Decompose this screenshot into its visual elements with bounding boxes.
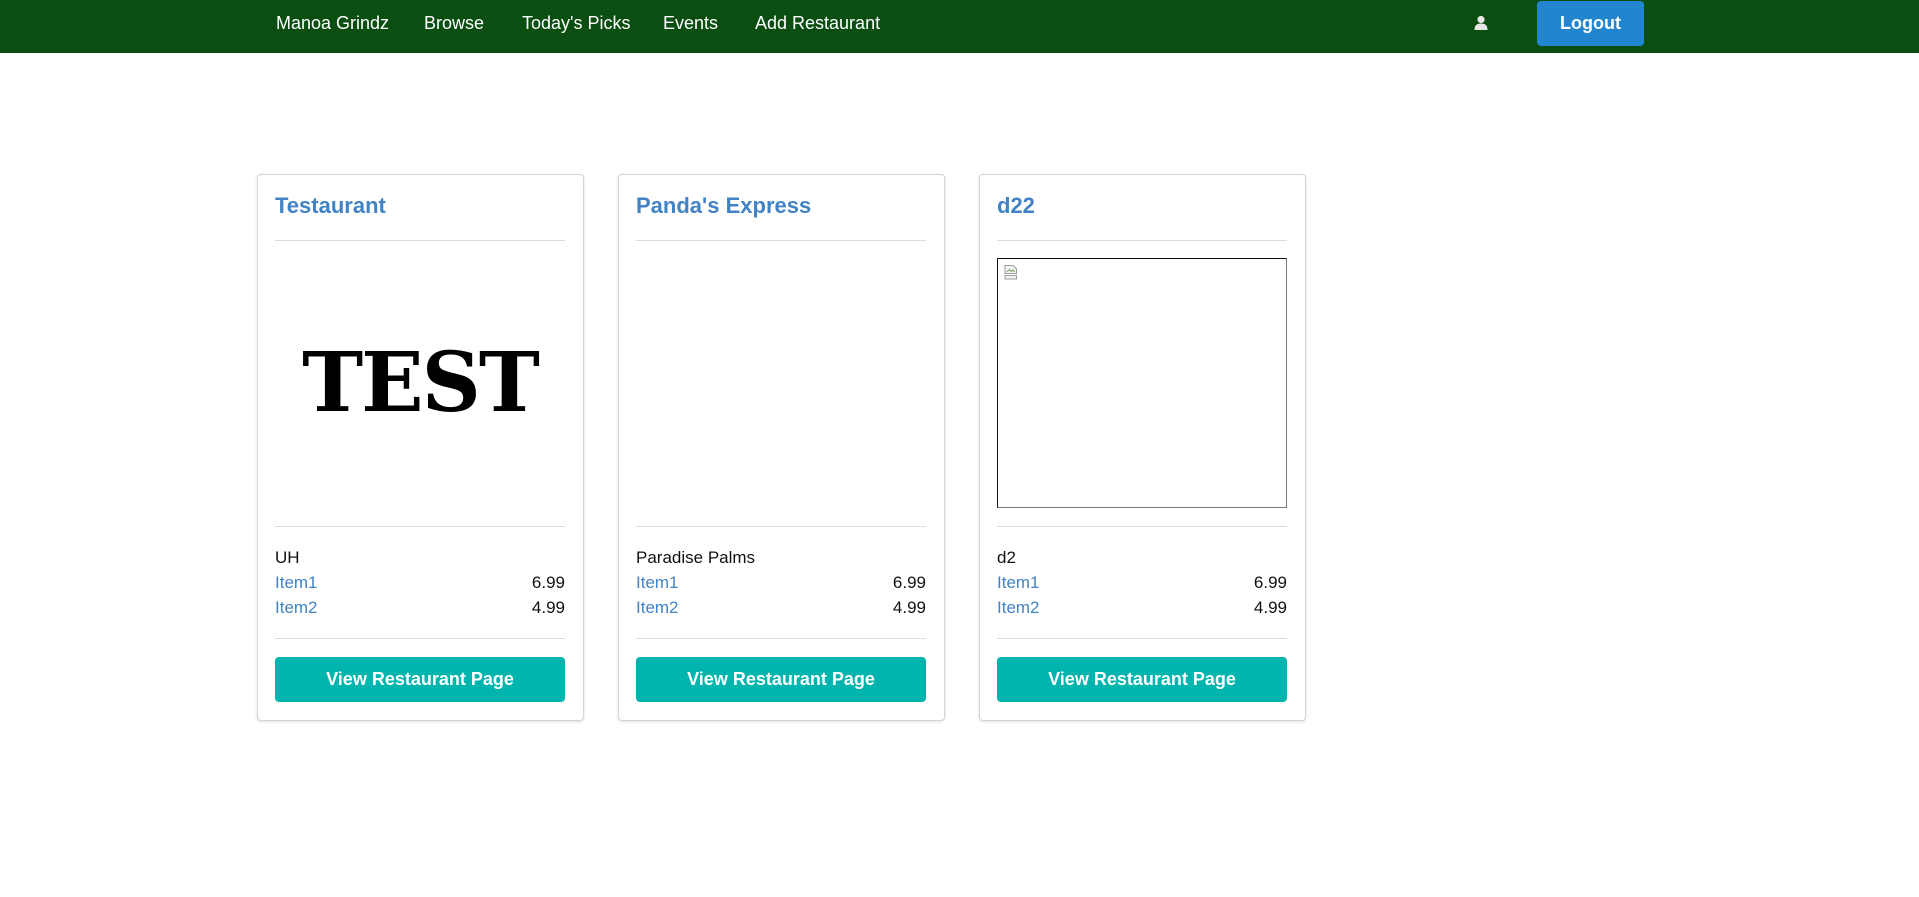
test-logo-image: TEST	[302, 335, 540, 431]
restaurant-image	[997, 258, 1287, 508]
menu-item-row: Item2 4.99	[275, 598, 565, 622]
menu-item-row: Item2 4.99	[997, 598, 1287, 622]
menu-item-row: Item1 6.99	[997, 573, 1287, 597]
menu-item-name[interactable]: Item2	[997, 598, 1040, 618]
view-restaurant-button[interactable]: View Restaurant Page	[997, 657, 1287, 702]
menu-item-price: 4.99	[892, 598, 926, 617]
menu-item-price: 6.99	[1253, 573, 1287, 592]
view-restaurant-button[interactable]: View Restaurant Page	[275, 657, 565, 702]
menu-item-row: Item2 4.99	[636, 598, 926, 622]
logout-button[interactable]: Logout	[1537, 1, 1644, 46]
restaurant-image: TEST	[275, 258, 565, 508]
nav-add-restaurant[interactable]: Add Restaurant	[755, 0, 880, 47]
nav-events[interactable]: Events	[663, 0, 718, 47]
divider	[275, 526, 565, 527]
nav-todays-picks[interactable]: Today's Picks	[522, 0, 630, 47]
restaurant-location: UH	[275, 548, 300, 567]
menu-item-row: Item1 6.99	[275, 573, 565, 597]
restaurant-card: Testaurant TEST UH Item1 6.99 Item2 4.99…	[257, 174, 584, 721]
nav-browse[interactable]: Browse	[424, 0, 484, 47]
user-icon[interactable]	[1472, 14, 1490, 32]
divider	[997, 638, 1287, 639]
menu-item-name[interactable]: Item2	[275, 598, 318, 618]
menu-item-price: 6.99	[892, 573, 926, 592]
restaurant-title[interactable]: Testaurant	[275, 193, 386, 219]
menu-item-name[interactable]: Item1	[275, 573, 318, 593]
menu-item-price: 6.99	[531, 573, 565, 592]
menu-item-name[interactable]: Item2	[636, 598, 679, 618]
menu-item-name[interactable]: Item1	[636, 573, 679, 593]
menu-item-price: 4.99	[1253, 598, 1287, 617]
divider	[275, 638, 565, 639]
restaurant-card: Panda's Express Paradise Palms Item1 6.9…	[618, 174, 945, 721]
broken-image-frame	[997, 258, 1287, 508]
top-navbar: Manoa Grindz Browse Today's Picks Events…	[0, 0, 1919, 53]
menu-item-name[interactable]: Item1	[997, 573, 1040, 593]
divider	[636, 526, 926, 527]
restaurant-card: d22 d2 Item1 6.99 Item2 4.99 View Restau…	[979, 174, 1306, 721]
restaurant-location: Paradise Palms	[636, 548, 756, 567]
brand-link[interactable]: Manoa Grindz	[276, 0, 389, 47]
menu-item-price: 4.99	[531, 598, 565, 617]
divider	[997, 526, 1287, 527]
restaurant-title[interactable]: d22	[997, 193, 1035, 219]
divider	[636, 240, 926, 241]
divider	[636, 638, 926, 639]
view-restaurant-button[interactable]: View Restaurant Page	[636, 657, 926, 702]
restaurant-title[interactable]: Panda's Express	[636, 193, 811, 219]
broken-image-icon	[1003, 264, 1019, 280]
restaurant-image	[636, 258, 926, 508]
restaurant-location: d2	[997, 548, 1016, 567]
divider	[997, 240, 1287, 241]
menu-item-row: Item1 6.99	[636, 573, 926, 597]
divider	[275, 240, 565, 241]
